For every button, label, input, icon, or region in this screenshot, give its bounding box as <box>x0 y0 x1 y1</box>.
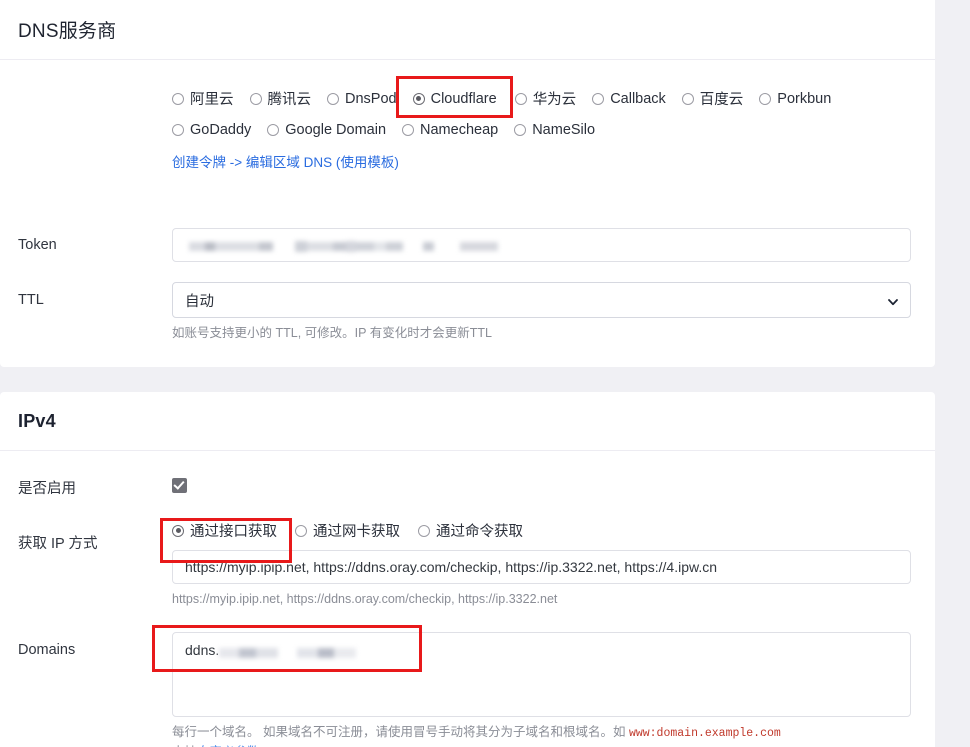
radio-label: NameSilo <box>532 122 595 138</box>
radio-porkbun[interactable]: Porkbun <box>759 91 831 107</box>
domains-hint-example: www:domain.example.com <box>629 727 781 740</box>
radio-tencent[interactable]: 腾讯云 <box>250 88 312 109</box>
dns-card-header: DNS服务商 <box>0 0 935 60</box>
radio-label: 通过网卡获取 <box>313 520 400 541</box>
page-title: DNS服务商 <box>18 16 116 43</box>
domains-textarea[interactable]: ddns. <box>172 632 911 717</box>
ipv4-card: IPv4 是否启用 获取 IP 方式 通过接口获取 通过网卡获取 <box>0 392 935 747</box>
radio-cloudflare[interactable]: Cloudflare <box>413 91 497 107</box>
radio-aliyun[interactable]: 阿里云 <box>172 88 234 109</box>
ttl-selected-value: 自动 <box>185 290 214 311</box>
radio-circle-selected-icon[interactable] <box>413 93 425 105</box>
ip-method-label: 获取 IP 方式 <box>18 532 98 553</box>
radio-google-domain[interactable]: Google Domain <box>267 122 386 138</box>
radio-circle-icon[interactable] <box>418 525 430 537</box>
dns-provider-radio-group-row2[interactable]: GoDaddy Google Domain Namecheap NameSilo <box>172 122 911 138</box>
ipv4-enable-checkbox[interactable] <box>172 478 187 493</box>
token-label: Token <box>18 237 57 253</box>
radio-label: Google Domain <box>285 122 386 138</box>
domains-redacted-value <box>219 643 356 659</box>
radio-dnspod[interactable]: DnsPod <box>327 91 397 107</box>
radio-huaweicloud[interactable]: 华为云 <box>515 88 577 109</box>
radio-label: GoDaddy <box>190 122 251 138</box>
domains-hint-text: 每行一个域名。 如果域名不可注册，请使用冒号手动将其分为子域名和根域名。如 <box>172 725 629 739</box>
ttl-label: TTL <box>18 292 44 308</box>
ipv4-title: IPv4 <box>18 411 56 432</box>
radio-label: 腾讯云 <box>268 88 312 109</box>
radio-label: DnsPod <box>345 91 397 107</box>
radio-circle-icon[interactable] <box>682 93 694 105</box>
dns-provider-radio-group-row1[interactable]: 阿里云 腾讯云 DnsPod Cloudflare <box>172 88 911 109</box>
radio-circle-icon[interactable] <box>250 93 262 105</box>
page-root: DNS服务商 阿里云 腾讯云 DnsPod <box>0 0 970 747</box>
radio-circle-icon[interactable] <box>295 525 307 537</box>
radio-label: 阿里云 <box>190 88 234 109</box>
radio-namecheap[interactable]: Namecheap <box>402 122 498 138</box>
domains-hint: 每行一个域名。 如果域名不可注册，请使用冒号手动将其分为子域名和根域名。如 ww… <box>172 723 911 747</box>
radio-label: Cloudflare <box>431 91 497 107</box>
dns-help-links: 创建令牌 -> 编辑区域 DNS (使用模板) <box>172 151 911 171</box>
radio-godaddy[interactable]: GoDaddy <box>172 122 251 138</box>
radio-circle-icon[interactable] <box>402 124 414 136</box>
ipv4-enable-label: 是否启用 <box>18 477 76 498</box>
radio-circle-icon[interactable] <box>759 93 771 105</box>
radio-via-interface[interactable]: 通过接口获取 <box>172 520 277 541</box>
dns-provider-card: DNS服务商 阿里云 腾讯云 DnsPod <box>0 0 935 367</box>
radio-baiducloud[interactable]: 百度云 <box>682 88 744 109</box>
domains-label: Domains <box>18 642 75 658</box>
radio-label: 百度云 <box>700 88 744 109</box>
edit-zone-dns-link[interactable]: 编辑区域 DNS (使用模板) <box>246 155 399 170</box>
ttl-select[interactable]: 自动 <box>172 282 911 318</box>
domains-value-prefix: ddns. <box>185 642 219 658</box>
radio-circle-icon[interactable] <box>592 93 604 105</box>
radio-circle-icon[interactable] <box>267 124 279 136</box>
radio-via-command[interactable]: 通过命令获取 <box>418 520 523 541</box>
radio-label: 通过接口获取 <box>190 520 277 541</box>
radio-circle-icon[interactable] <box>172 93 184 105</box>
ip-source-url-input[interactable]: https://myip.ipip.net, https://ddns.oray… <box>172 550 911 584</box>
radio-namesilo[interactable]: NameSilo <box>514 122 595 138</box>
radio-label: Callback <box>610 91 666 107</box>
radio-via-netcard[interactable]: 通过网卡获取 <box>295 520 400 541</box>
link-separator: -> <box>230 155 242 170</box>
token-input[interactable] <box>172 228 911 262</box>
ttl-hint: 如账号支持更小的 TTL, 可修改。IP 有变化时才会更新TTL <box>172 324 911 342</box>
radio-circle-icon[interactable] <box>515 93 527 105</box>
radio-circle-icon[interactable] <box>327 93 339 105</box>
radio-label: 通过命令获取 <box>436 520 523 541</box>
ip-source-url-hint: https://myip.ipip.net, https://ddns.oray… <box>172 590 911 608</box>
radio-label: 华为云 <box>533 88 577 109</box>
ip-method-radio-group[interactable]: 通过接口获取 通过网卡获取 通过命令获取 <box>172 520 911 541</box>
radio-callback[interactable]: Callback <box>592 91 666 107</box>
ip-source-url-value: https://myip.ipip.net, https://ddns.oray… <box>185 559 717 575</box>
radio-label: Namecheap <box>420 122 498 138</box>
ipv4-card-header: IPv4 <box>0 392 935 451</box>
create-token-link[interactable]: 创建令牌 <box>172 155 226 170</box>
radio-circle-selected-icon[interactable] <box>172 525 184 537</box>
token-redacted-value <box>185 237 498 253</box>
radio-circle-icon[interactable] <box>172 124 184 136</box>
chevron-down-icon[interactable] <box>888 295 898 305</box>
radio-circle-icon[interactable] <box>514 124 526 136</box>
radio-label: Porkbun <box>777 91 831 107</box>
